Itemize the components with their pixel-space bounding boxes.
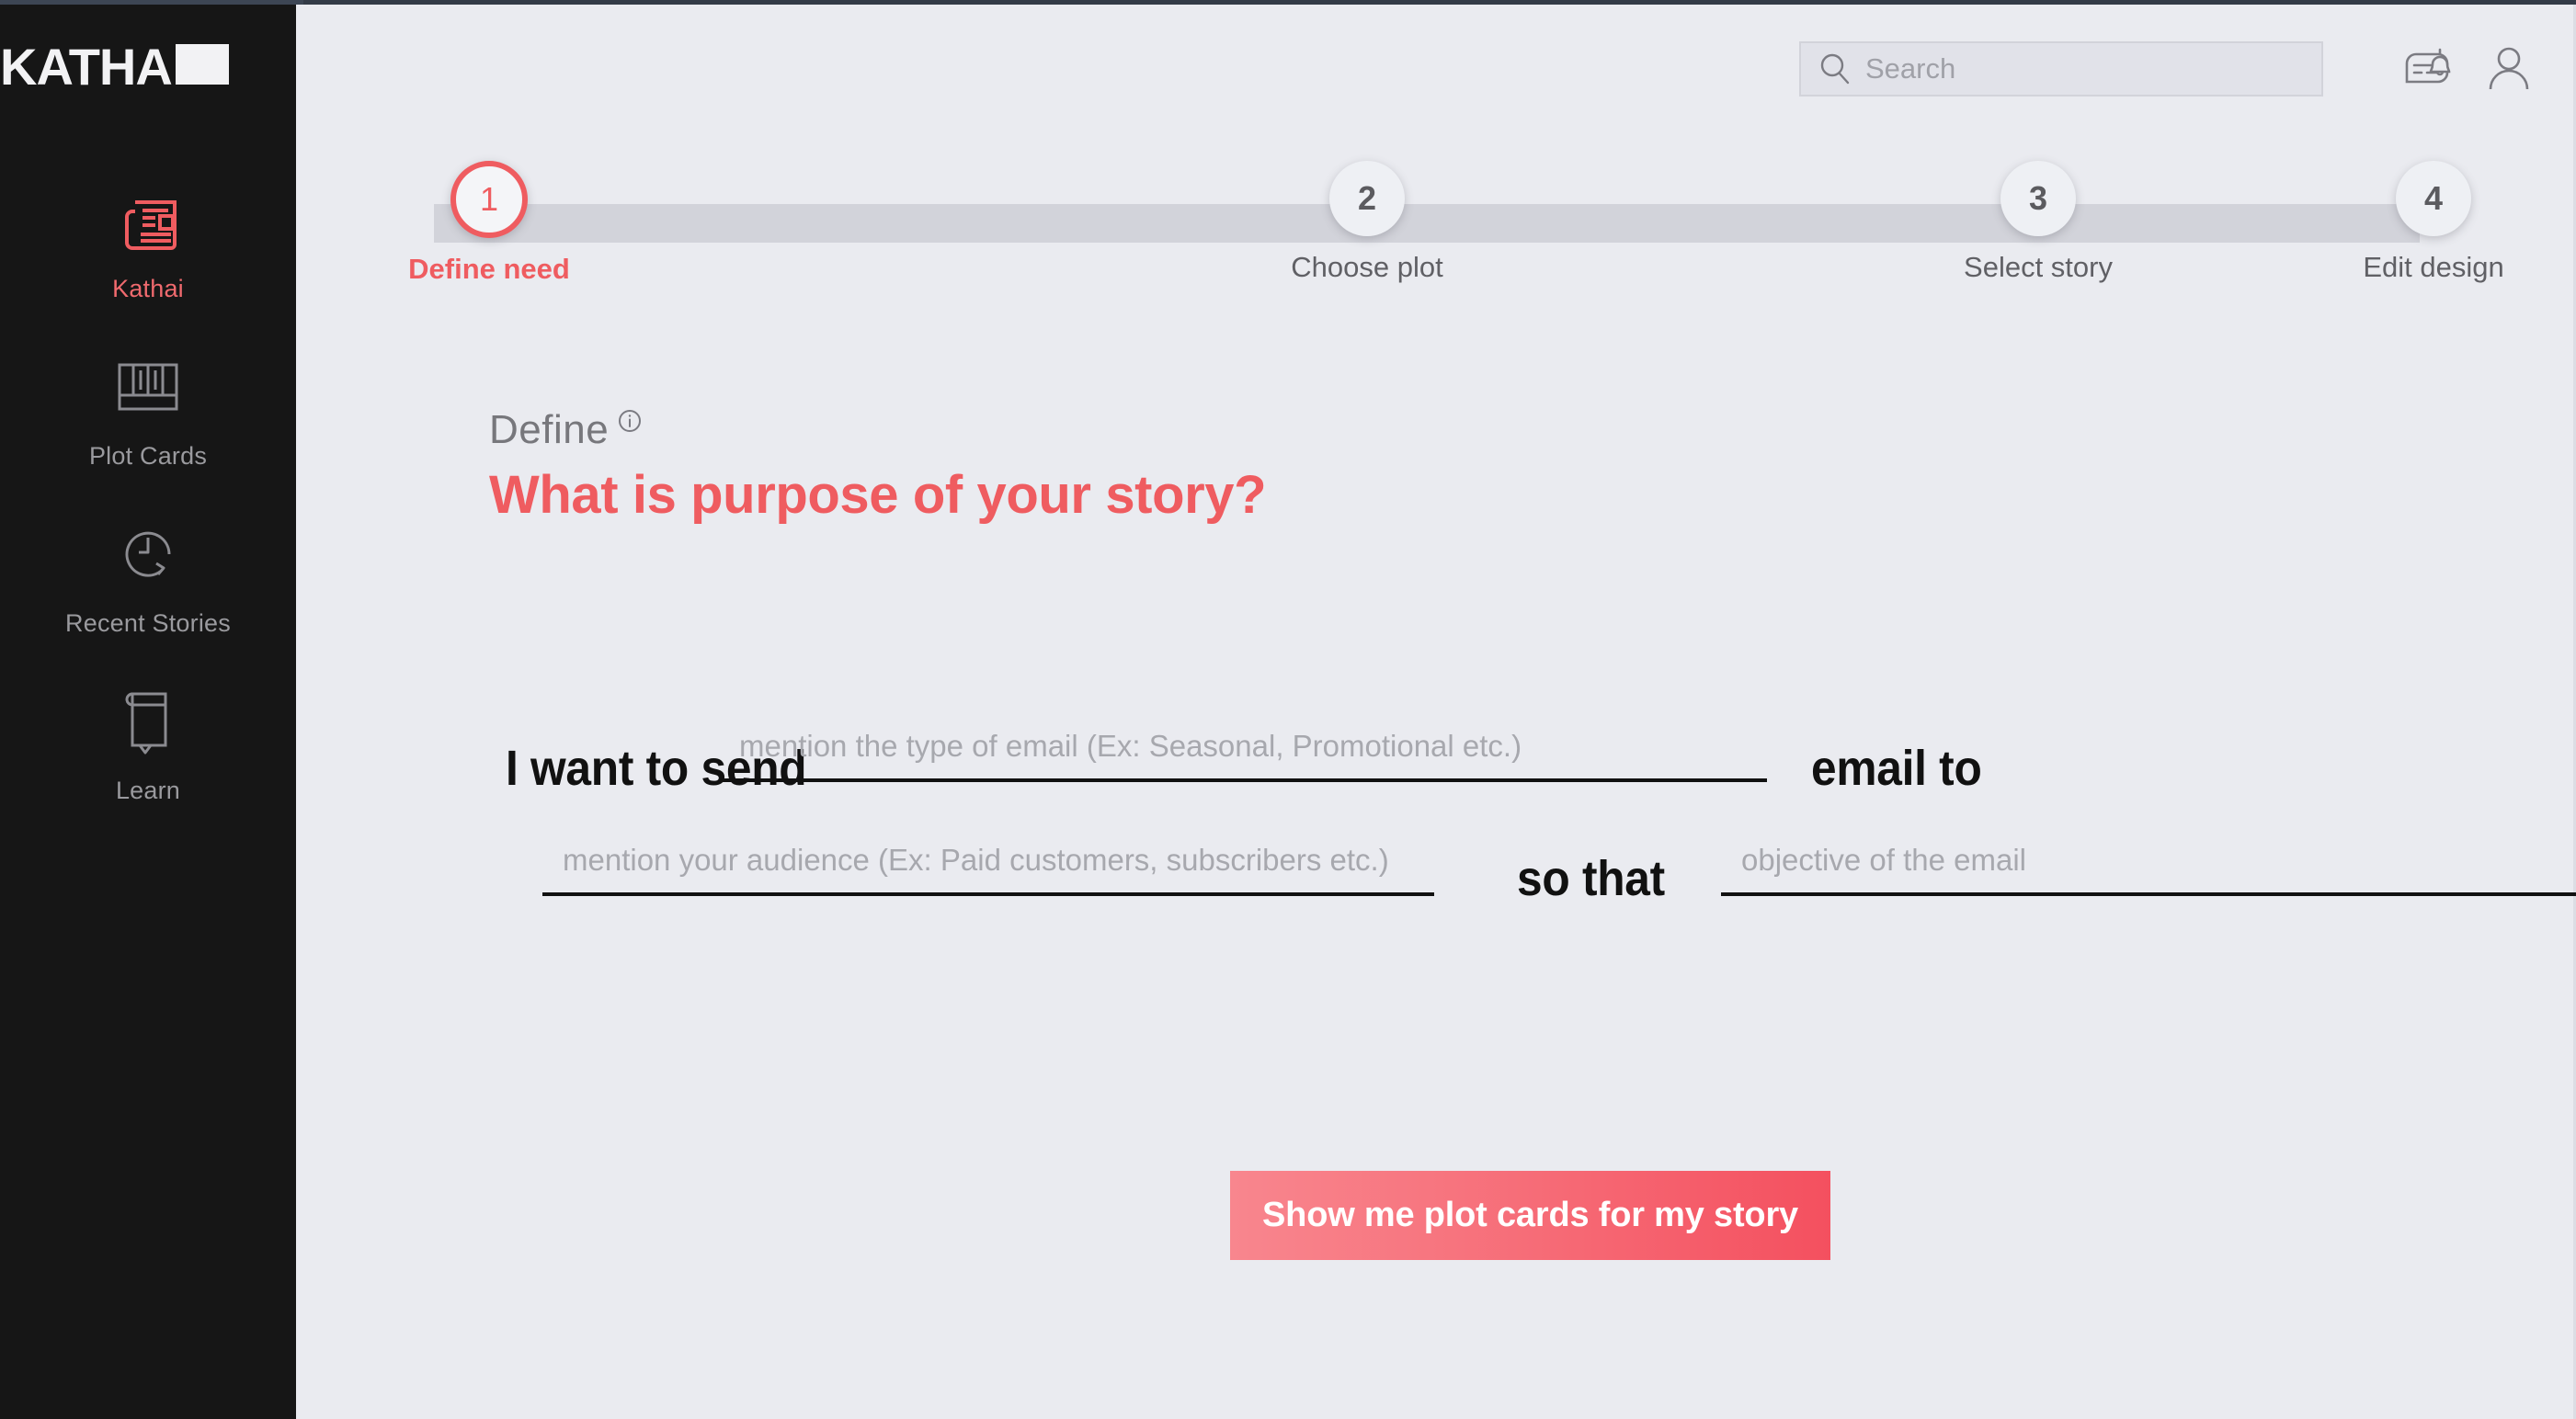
stepper-step-4[interactable]: 4 Edit design bbox=[2369, 161, 2498, 284]
sidebar-item-kathai[interactable]: Kathai bbox=[0, 170, 296, 337]
step-number: 3 bbox=[2000, 161, 2076, 236]
objective-input[interactable] bbox=[1721, 843, 2576, 896]
audience-input[interactable] bbox=[542, 843, 1434, 896]
stepper-step-3[interactable]: 3 Select story bbox=[1974, 161, 2103, 284]
book-bookmark-icon bbox=[108, 679, 188, 764]
logo-accent-block bbox=[176, 44, 229, 85]
user-account-icon[interactable] bbox=[2482, 43, 2537, 95]
newspaper-icon bbox=[108, 177, 188, 262]
step-number: 4 bbox=[2396, 161, 2471, 236]
sidebar-item-label: Recent Stories bbox=[65, 609, 231, 638]
email-type-input[interactable] bbox=[719, 729, 1767, 782]
info-circle-icon[interactable] bbox=[618, 409, 642, 437]
step-number: 2 bbox=[1329, 161, 1405, 236]
sidebar-item-learn[interactable]: Learn bbox=[0, 672, 296, 839]
sidebar-item-label: Kathai bbox=[112, 275, 184, 303]
stepper-step-2[interactable]: 2 Choose plot bbox=[1303, 161, 1431, 284]
logo-wordmark: KATHA bbox=[0, 41, 172, 93]
app-window: KATHA Kathai bbox=[0, 0, 2576, 1419]
sidebar-item-label: Plot Cards bbox=[89, 442, 207, 471]
sidebar-item-recent-stories[interactable]: Recent Stories bbox=[0, 505, 296, 672]
search-input[interactable] bbox=[1852, 52, 2321, 85]
step-label: Edit design bbox=[2363, 251, 2503, 284]
grid-cards-icon bbox=[108, 345, 188, 429]
stepper-step-1[interactable]: 1 Define need bbox=[425, 161, 553, 286]
phrase-so-that: so that bbox=[1517, 850, 1665, 907]
step-label: Select story bbox=[1964, 251, 2113, 284]
phrase-email-to: email to bbox=[1811, 740, 1982, 797]
page-title: What is purpose of your story? bbox=[489, 464, 1266, 526]
step-number: 1 bbox=[450, 161, 528, 238]
search-icon bbox=[1818, 51, 1852, 86]
define-label: Define bbox=[489, 407, 609, 453]
sidebar-nav: Kathai Plot Cards bbox=[0, 170, 296, 839]
clock-history-icon bbox=[108, 512, 188, 596]
step-label: Define need bbox=[408, 253, 570, 286]
show-plot-cards-button[interactable]: Show me plot cards for my story bbox=[1230, 1171, 1830, 1260]
sidebar: KATHA Kathai bbox=[0, 5, 296, 1419]
sidebar-item-label: Learn bbox=[116, 777, 180, 805]
step-label: Choose plot bbox=[1291, 251, 1442, 284]
sidebar-item-plot-cards[interactable]: Plot Cards bbox=[0, 337, 296, 505]
message-bell-icon[interactable] bbox=[2399, 43, 2455, 95]
progress-stepper: 1 Define need 2 Choose plot 3 Select sto… bbox=[296, 161, 2573, 308]
main-content: 1 Define need 2 Choose plot 3 Select sto… bbox=[296, 5, 2576, 1419]
section-eyebrow: Define bbox=[489, 407, 642, 453]
top-header bbox=[296, 5, 2573, 133]
app-logo[interactable]: KATHA bbox=[0, 38, 296, 96]
search-box[interactable] bbox=[1799, 41, 2323, 96]
